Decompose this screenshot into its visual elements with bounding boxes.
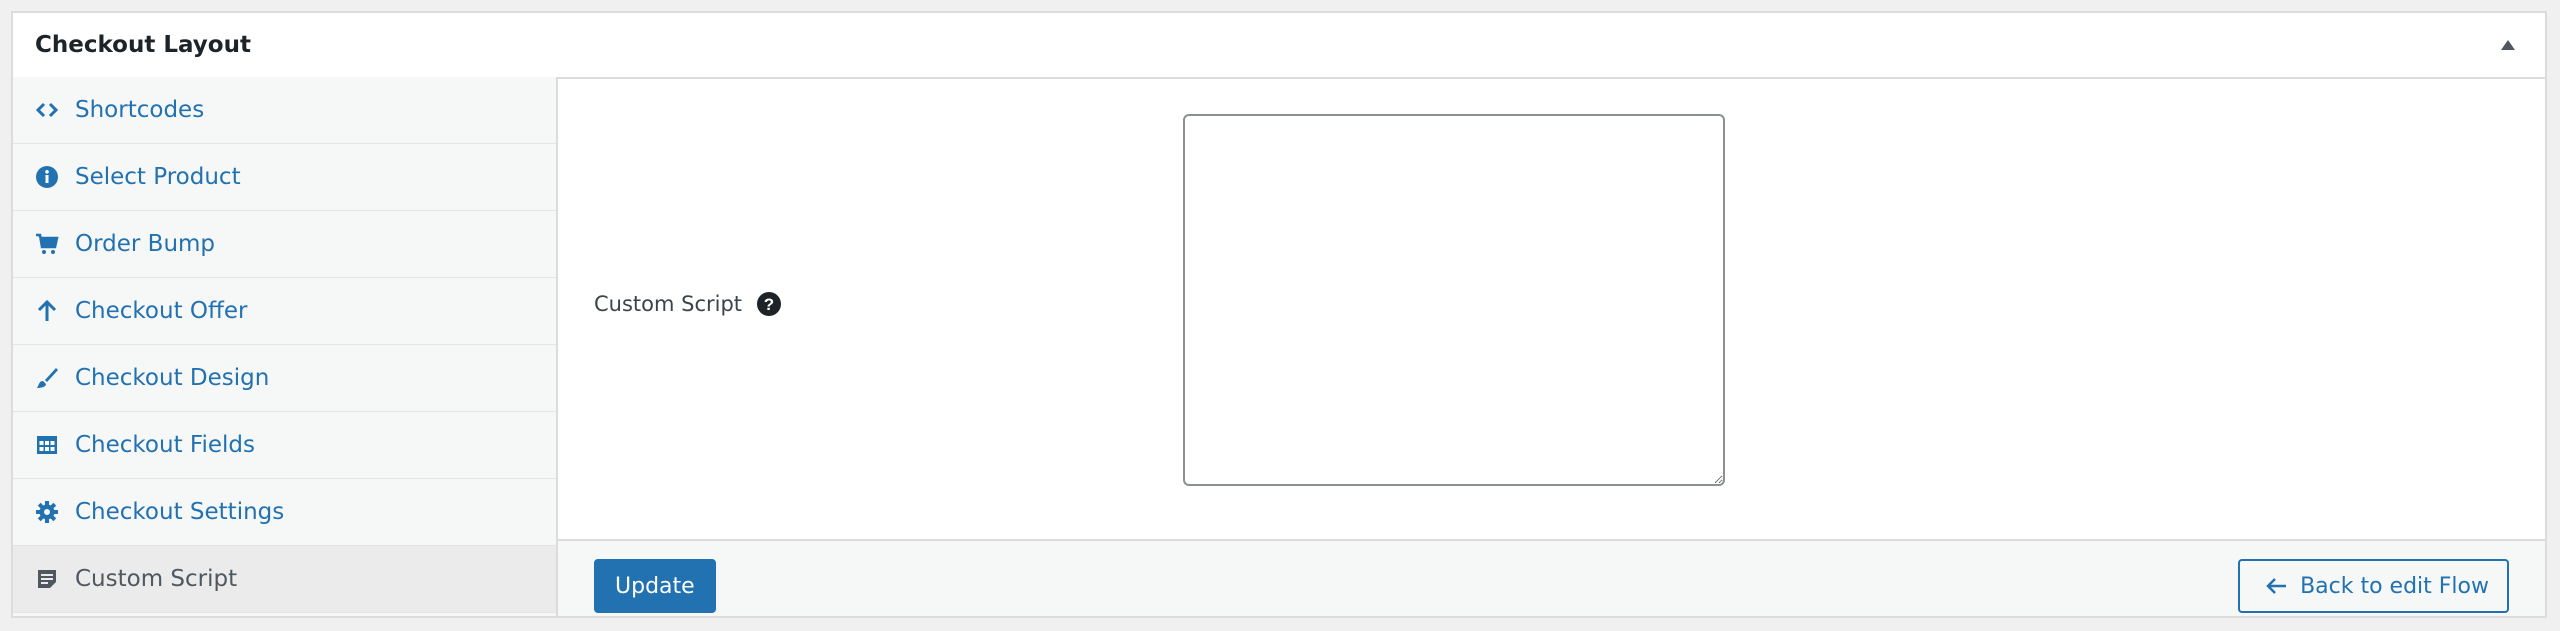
sidebar-item-checkout-design[interactable]: Checkout Design (13, 345, 556, 412)
field-label-text: Custom Script (594, 292, 743, 316)
sidebar-item-select-product[interactable]: Select Product (13, 144, 556, 211)
sidebar-item-label: Checkout Settings (75, 499, 285, 525)
arrow-up-icon (33, 297, 61, 325)
checkout-layout-panel: Checkout Layout Shortcodes Select Produc… (11, 11, 2547, 618)
sidebar-item-label: Order Bump (75, 231, 216, 257)
collapse-toggle-button[interactable] (2493, 30, 2523, 60)
document-text-icon (33, 565, 61, 593)
main-content: Custom Script ? Update Back to edit Flow (558, 77, 2545, 616)
sidebar-item-label: Checkout Offer (75, 298, 248, 324)
back-button-label: Back to edit Flow (2300, 573, 2489, 599)
table-grid-icon (33, 431, 61, 459)
panel-title: Checkout Layout (35, 32, 251, 58)
sidebar-item-label: Select Product (75, 164, 241, 190)
cart-icon (33, 230, 61, 258)
svg-text:?: ? (764, 295, 774, 314)
sidebar-item-checkout-settings[interactable]: Checkout Settings (13, 479, 556, 546)
brush-icon (33, 364, 61, 392)
sidebar-item-label: Checkout Fields (75, 432, 255, 458)
sidebar-item-order-bump[interactable]: Order Bump (13, 211, 556, 278)
code-brackets-icon (33, 96, 61, 124)
sidebar-item-custom-script[interactable]: Custom Script (13, 546, 556, 613)
sidebar-item-shortcodes[interactable]: Shortcodes (13, 77, 556, 144)
question-circle-icon[interactable]: ? (756, 291, 782, 317)
sidebar-item-label: Shortcodes (75, 97, 205, 123)
custom-script-label: Custom Script ? (594, 291, 782, 317)
back-to-edit-flow-button[interactable]: Back to edit Flow (2238, 559, 2509, 613)
gear-icon (33, 498, 61, 526)
panel-header: Checkout Layout (13, 13, 2545, 79)
custom-script-field-row: Custom Script ? (558, 77, 2545, 539)
sidebar: Shortcodes Select Product Order Bump Che… (13, 77, 558, 616)
sidebar-item-checkout-fields[interactable]: Checkout Fields (13, 412, 556, 479)
arrow-left-icon (2264, 574, 2288, 598)
sidebar-item-label: Checkout Design (75, 365, 270, 391)
triangle-up-icon (2501, 40, 2515, 50)
custom-script-textarea[interactable] (1183, 114, 1725, 486)
panel-footer: Update Back to edit Flow (558, 539, 2545, 616)
info-icon (33, 163, 61, 191)
sidebar-item-label: Custom Script (75, 566, 238, 592)
update-button[interactable]: Update (594, 559, 716, 613)
sidebar-item-checkout-offer[interactable]: Checkout Offer (13, 278, 556, 345)
